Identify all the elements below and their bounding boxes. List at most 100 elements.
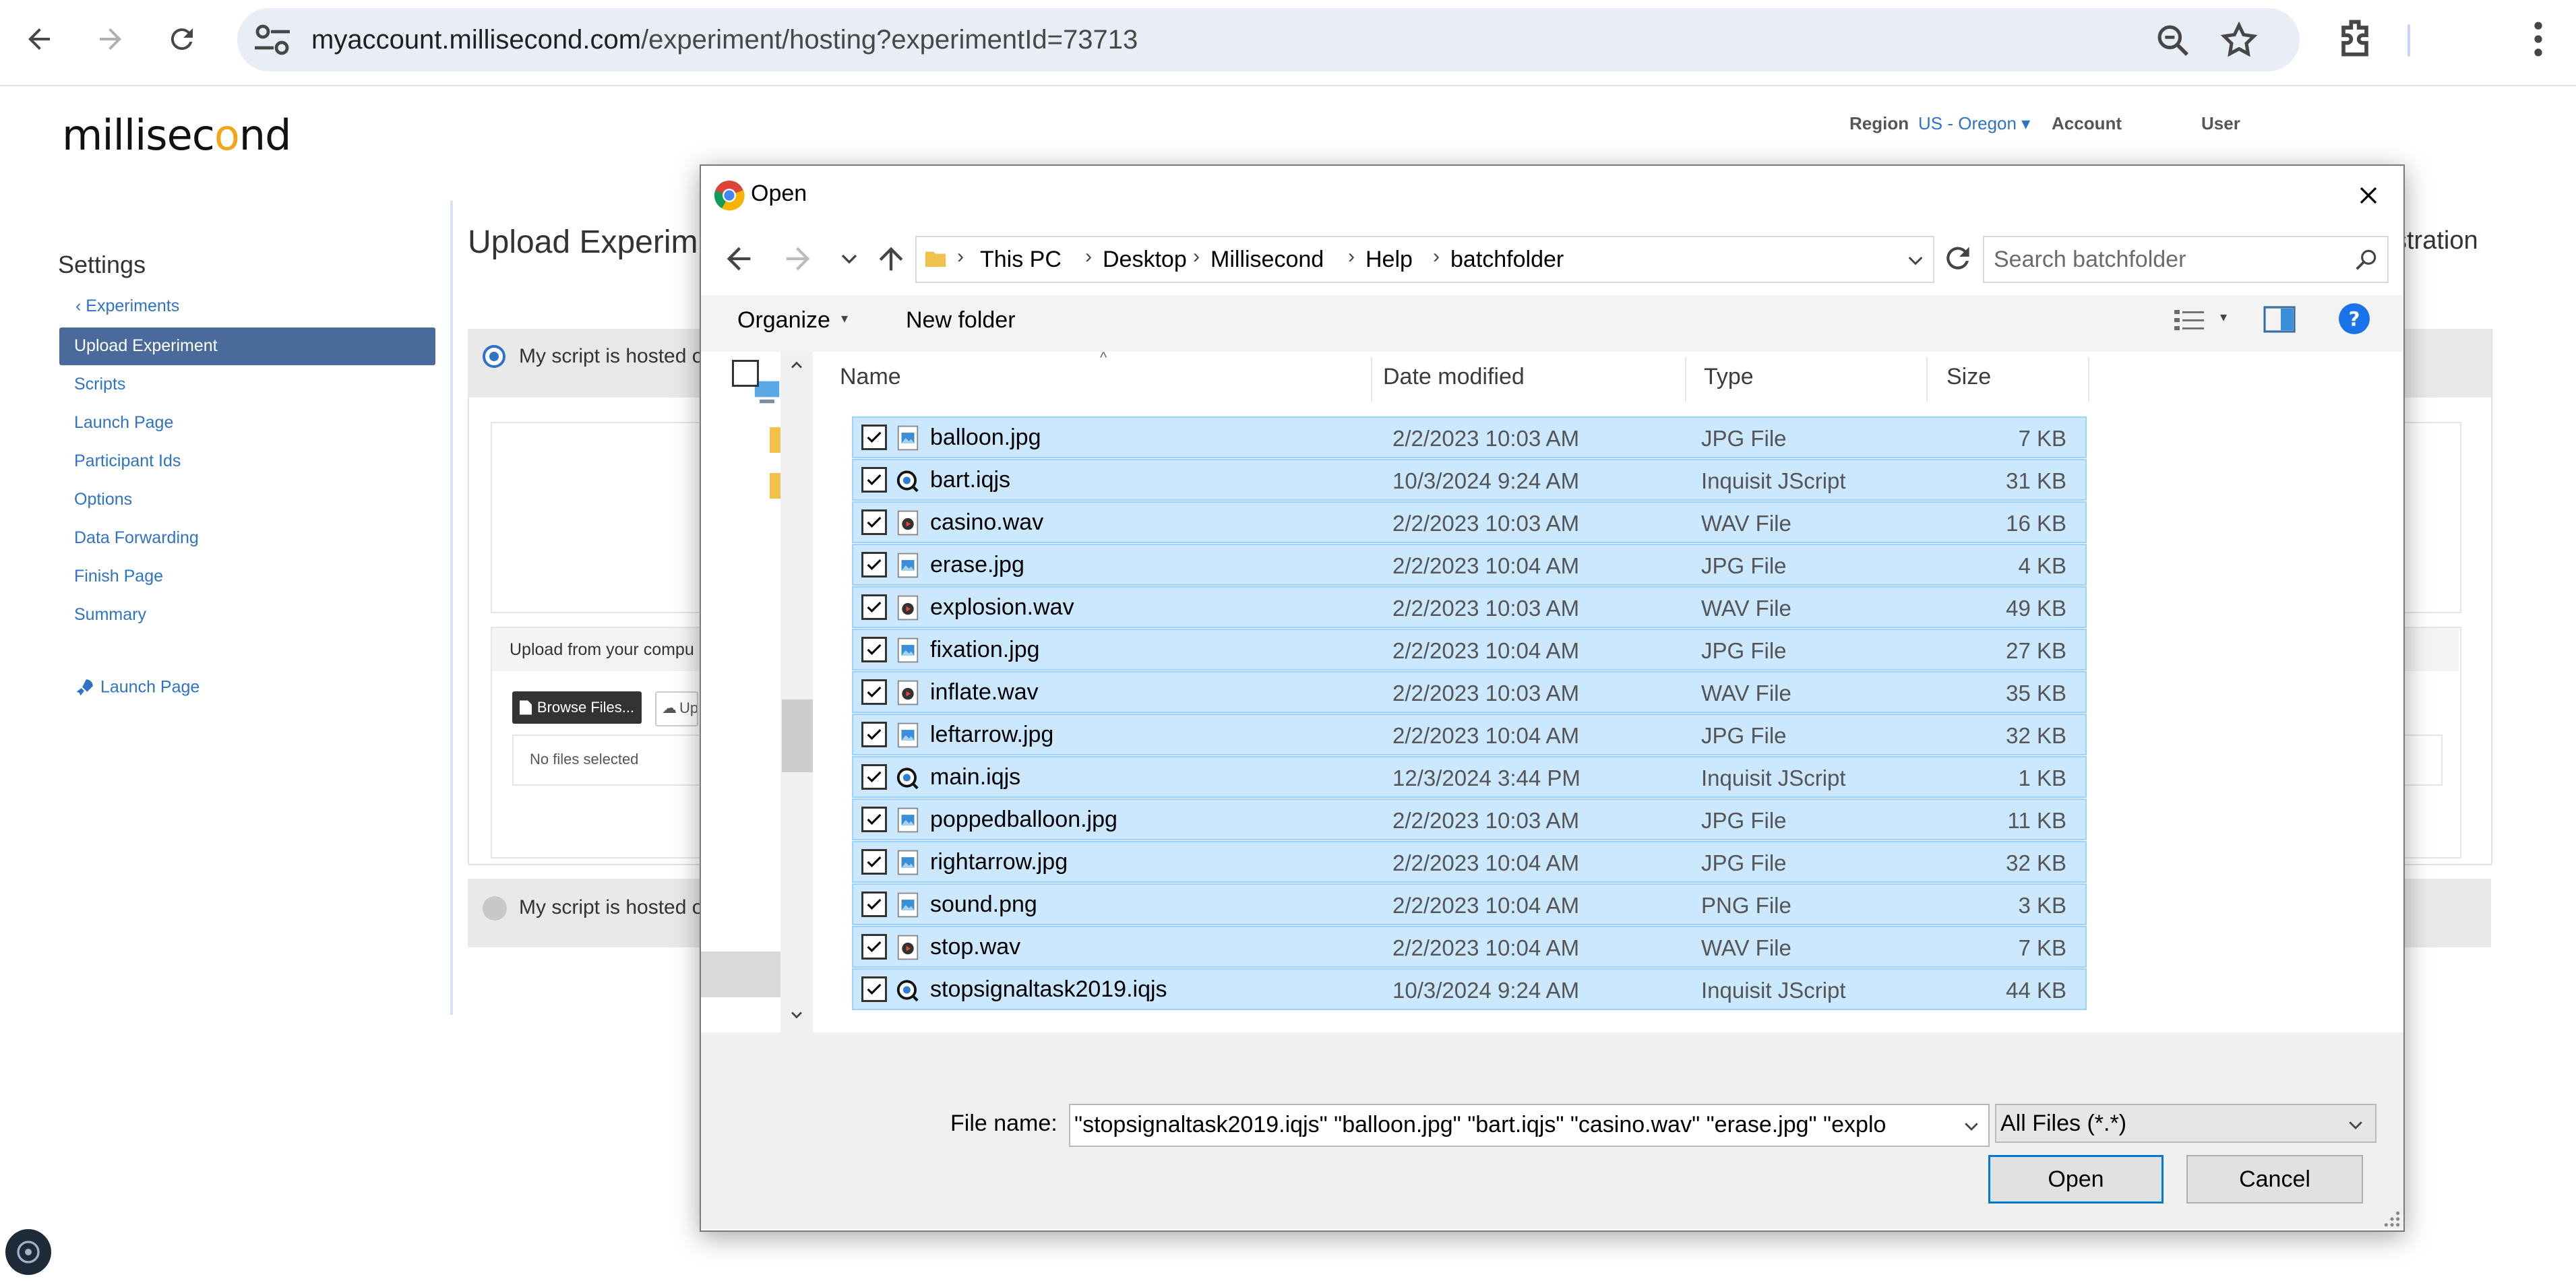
breadcrumb-help[interactable]: Help [1366, 247, 1413, 273]
details-view-icon[interactable] [2173, 306, 2205, 336]
file-row[interactable]: erase.jpg 2/2/2023 10:04 AM JPG File 4 KB [852, 544, 2087, 586]
refresh-icon[interactable] [1941, 241, 1975, 275]
file-row[interactable]: rightarrow.jpg 2/2/2023 10:04 AM JPG File 3… [852, 841, 2087, 883]
file-row[interactable]: fixation.jpg 2/2/2023 10:04 AM JPG File 27 … [852, 629, 2087, 670]
folder-path-bar[interactable]: › This PC › Desktop › Millisecond › Help… [915, 236, 1934, 283]
assistant-launcher-icon[interactable] [5, 1229, 51, 1275]
breadcrumb-desktop[interactable]: Desktop [1103, 247, 1187, 273]
column-divider[interactable] [2088, 357, 2089, 402]
row-checkbox[interactable] [861, 764, 887, 790]
file-row[interactable]: main.iqjs 12/3/2024 3:44 PM Inquisit JScri… [852, 756, 2087, 798]
file-row[interactable]: casino.wav 2/2/2023 10:03 AM WAV File 16 KB [852, 501, 2087, 543]
bookmark-star-icon[interactable] [2219, 20, 2259, 61]
file-row[interactable]: stop.wav 2/2/2023 10:04 AM WAV File 7 KB [852, 926, 2087, 968]
row-checkbox[interactable] [861, 976, 887, 1002]
row-checkbox[interactable] [861, 637, 887, 662]
chevron-down-icon[interactable] [787, 1005, 806, 1024]
chevron-down-icon[interactable] [1905, 249, 1926, 271]
column-type[interactable]: Type [1704, 364, 1754, 390]
sidebar-item-options[interactable]: Options [74, 490, 132, 509]
sidebar-item-data-forwarding[interactable]: Data Forwarding [74, 528, 199, 548]
column-divider[interactable] [1926, 357, 1928, 402]
file-name-input[interactable]: "stopsignaltask2019.iqjs" "balloon.jpg" … [1069, 1104, 1990, 1147]
row-checkbox[interactable] [861, 934, 887, 960]
file-row[interactable]: inflate.wav 2/2/2023 10:03 AM WAV File 35 K… [852, 671, 2087, 713]
nav-scrollbar[interactable] [780, 352, 813, 1032]
arrow-up-icon[interactable] [873, 241, 909, 276]
open-button[interactable]: Open [1988, 1155, 2164, 1204]
column-date-modified[interactable]: Date modified [1383, 364, 1525, 390]
search-icon [2356, 249, 2376, 270]
column-divider[interactable] [1685, 357, 1686, 402]
column-name[interactable]: Name [840, 364, 901, 390]
launch-page-link[interactable]: Launch Page [73, 677, 200, 699]
chevron-right-icon: › [1348, 245, 1355, 268]
caret-down-icon[interactable]: ▾ [2220, 309, 2227, 325]
browse-files-button[interactable]: Browse Files... [512, 691, 642, 724]
file-row[interactable]: explosion.wav 2/2/2023 10:03 AM WAV File 49… [852, 586, 2087, 628]
row-checkbox[interactable] [861, 552, 887, 577]
help-icon[interactable]: ? [2337, 302, 2371, 336]
sidebar-item-participant-ids[interactable]: Participant Ids [74, 451, 181, 471]
row-checkbox[interactable] [861, 425, 887, 450]
file-name: inflate.wav [930, 679, 1039, 705]
new-folder-button[interactable]: New folder [906, 307, 1016, 334]
search-input[interactable]: Search batchfolder [1983, 236, 2389, 283]
file-row[interactable]: stopsignaltask2019.iqjs 10/3/2024 9:24 AM… [852, 968, 2087, 1010]
breadcrumb-millisecond[interactable]: Millisecond [1210, 247, 1324, 273]
sidebar-item-finish-page[interactable]: Finish Page [74, 567, 163, 586]
extensions-icon[interactable] [2332, 16, 2378, 62]
back-to-experiments-link[interactable]: ‹ Experiments [75, 296, 179, 316]
row-checkbox[interactable] [861, 679, 887, 705]
row-checkbox[interactable] [861, 892, 887, 917]
zoom-icon[interactable] [2154, 22, 2192, 59]
hosted-option-radio-selected[interactable] [483, 345, 505, 368]
column-divider[interactable] [1371, 357, 1372, 402]
arrow-left-icon[interactable] [721, 241, 756, 276]
sidebar-item-launch-page[interactable]: Launch Page [74, 413, 173, 433]
cancel-button[interactable]: Cancel [2186, 1155, 2363, 1204]
kebab-menu-icon[interactable] [2515, 16, 2561, 62]
back-button[interactable] [15, 15, 63, 63]
arrow-right-icon[interactable] [780, 241, 816, 276]
row-checkbox[interactable] [861, 594, 887, 620]
file-type-filter[interactable]: All Files (*.*) [1995, 1104, 2376, 1143]
sidebar-item-upload-experiment[interactable]: Upload Experiment [59, 327, 435, 365]
alt-hosted-option-radio[interactable] [483, 896, 507, 920]
row-checkbox[interactable] [861, 807, 887, 832]
site-logo[interactable]: millisecond [62, 111, 291, 160]
file-size: 32 KB [2006, 850, 2066, 875]
reload-button[interactable] [158, 15, 206, 63]
resize-grip-icon[interactable] [2383, 1210, 2401, 1228]
address-bar[interactable]: myaccount.millisecond.com/experiment/hos… [237, 8, 2300, 71]
file-row[interactable]: leftarrow.jpg 2/2/2023 10:04 AM JPG File 32… [852, 714, 2087, 755]
file-row[interactable]: sound.png 2/2/2023 10:04 AM PNG File 3 KB [852, 883, 2087, 925]
site-settings-icon[interactable] [253, 23, 291, 57]
select-all-checkbox[interactable] [732, 360, 759, 387]
region-dropdown[interactable]: US - Oregon ▾ [1918, 113, 2030, 134]
preview-pane-icon[interactable] [2263, 305, 2296, 334]
breadcrumb-batchfolder[interactable]: batchfolder [1450, 247, 1564, 273]
chevron-down-icon[interactable] [1961, 1116, 1982, 1136]
row-checkbox[interactable] [861, 509, 887, 535]
file-row[interactable]: bart.iqjs 10/3/2024 9:24 AM Inquisit JScri… [852, 459, 2087, 501]
upload-button[interactable]: ☁ Up [655, 691, 698, 726]
chevron-up-icon[interactable] [787, 356, 806, 375]
row-checkbox[interactable] [861, 467, 887, 493]
nav-scrollbar-thumb[interactable] [782, 699, 813, 772]
forward-button[interactable] [86, 15, 135, 63]
row-checkbox[interactable] [861, 722, 887, 747]
sidebar-item-summary[interactable]: Summary [74, 605, 146, 625]
file-row[interactable]: poppedballoon.jpg 2/2/2023 10:03 AM JPG Fi… [852, 799, 2087, 840]
row-checkbox[interactable] [861, 849, 887, 875]
organize-menu[interactable]: Organize [737, 307, 830, 334]
chevron-down-icon[interactable] [836, 245, 863, 272]
sidebar-item-scripts[interactable]: Scripts [74, 375, 125, 394]
close-icon[interactable] [2354, 181, 2383, 210]
file-row[interactable]: balloon.jpg 2/2/2023 10:03 AM JPG File 7 KB [852, 416, 2087, 458]
column-size[interactable]: Size [1946, 364, 1991, 390]
nav-selected-item[interactable] [701, 951, 780, 997]
user-menu[interactable]: User [2201, 113, 2240, 134]
breadcrumb-this-pc[interactable]: This PC [980, 247, 1062, 273]
account-menu[interactable]: Account [2052, 113, 2122, 134]
